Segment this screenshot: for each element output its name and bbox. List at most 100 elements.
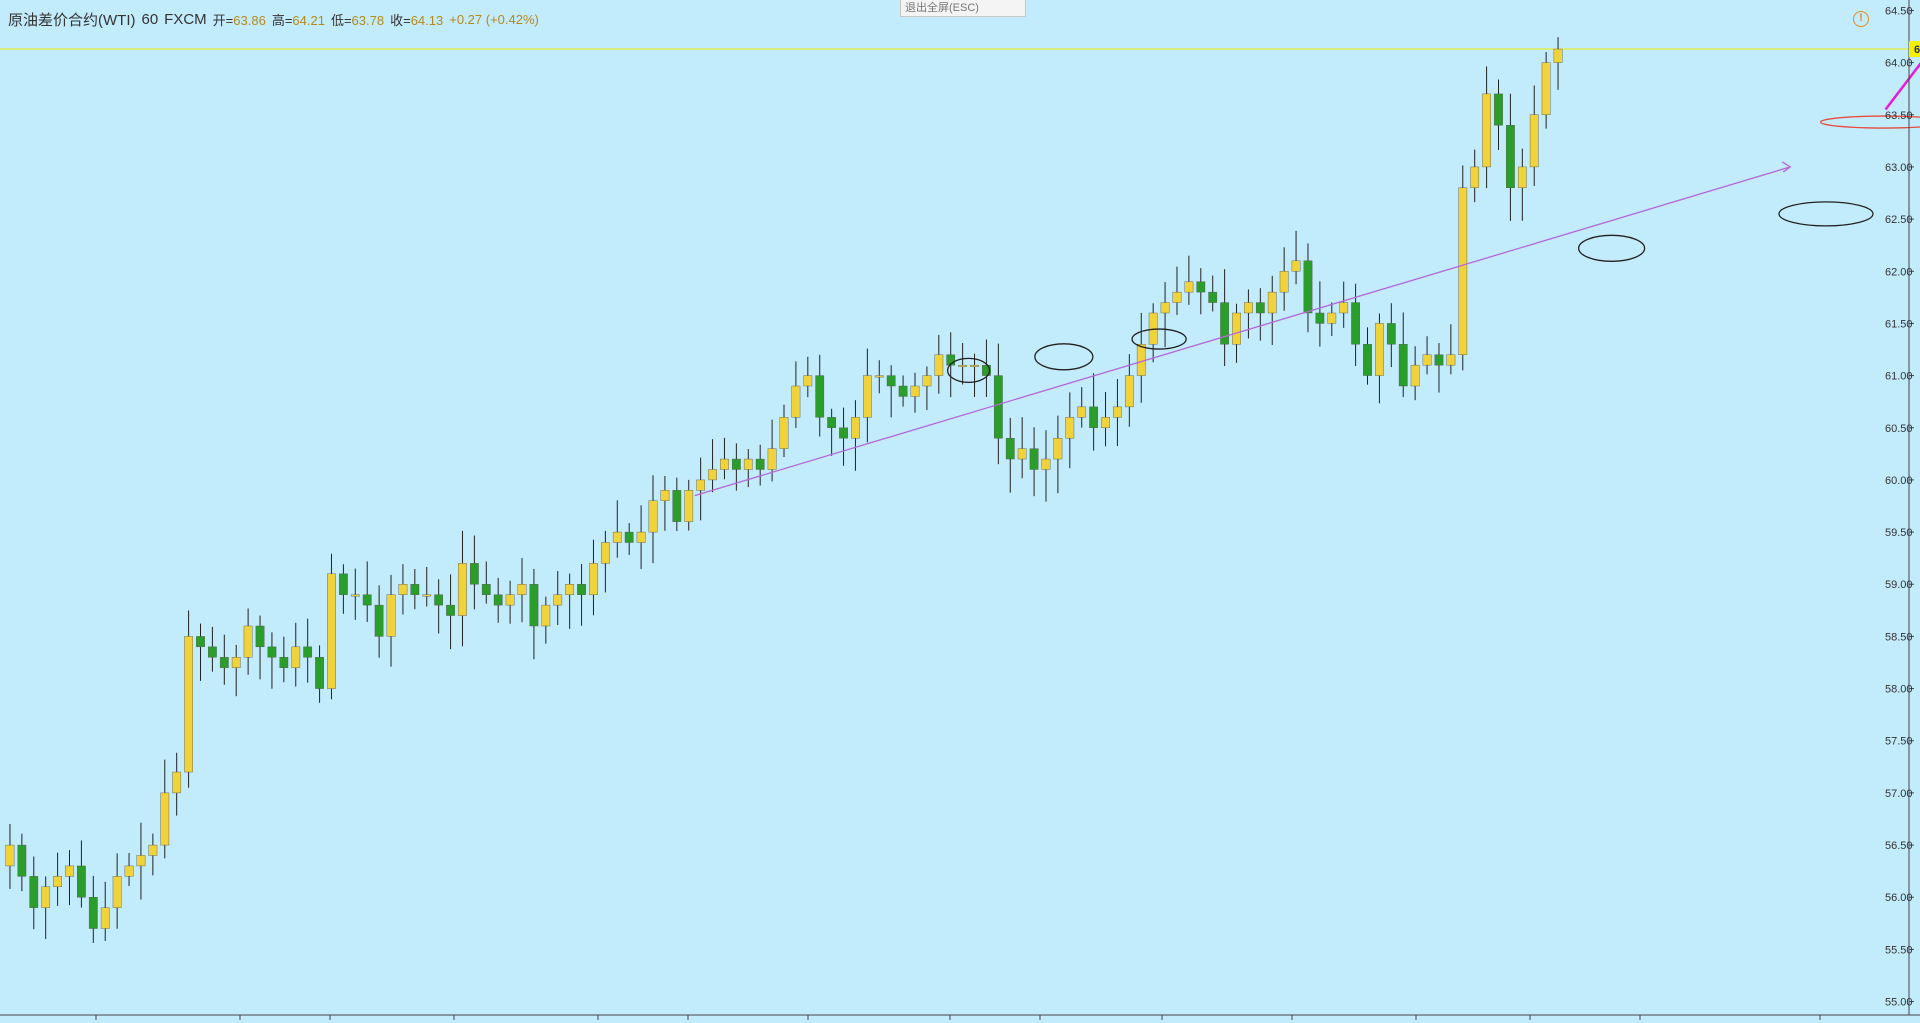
price-tick-label: 63.50 — [1885, 110, 1913, 122]
candle-body — [1422, 354, 1432, 366]
candle-body — [1041, 458, 1051, 470]
candle-body — [481, 584, 491, 595]
candle-body — [1017, 448, 1027, 460]
candle-body — [803, 375, 813, 387]
candle-body — [350, 594, 360, 597]
candle-body — [1255, 302, 1265, 314]
candle-body — [743, 458, 753, 470]
candle-body — [303, 646, 313, 658]
candle-body — [708, 469, 717, 481]
candle-body — [136, 855, 146, 867]
candle-body — [172, 771, 182, 794]
candle-body — [5, 844, 15, 867]
candle-body — [255, 625, 265, 648]
candle-body — [993, 375, 1003, 439]
price-axis[interactable]: 64.50 64.00 63.50 63.00 62.50 62.00 61.50 61.00… — [1885, 5, 1920, 1009]
candle-body — [827, 417, 837, 428]
warning-circle-icon[interactable]: ! — [1853, 11, 1869, 27]
price-tick-label: 57.50 — [1885, 736, 1913, 748]
candle-body — [1089, 406, 1098, 428]
candle-body — [160, 792, 170, 846]
candle-body — [767, 448, 777, 470]
open-value: 63.86 — [233, 12, 266, 28]
candle-body — [100, 907, 110, 929]
candle-body — [612, 531, 622, 543]
low-label: 低= — [330, 12, 352, 28]
candle-body — [1315, 312, 1325, 324]
candle-body — [374, 604, 384, 637]
candle-body — [660, 490, 670, 501]
trendline[interactable] — [694, 166, 1791, 497]
candle-body — [279, 657, 289, 668]
candle-body — [65, 865, 74, 877]
candle-body — [1136, 344, 1146, 376]
candle-body — [886, 375, 896, 387]
candle-body — [339, 573, 348, 595]
change-value: +0.27 (+0.42%) — [449, 11, 539, 27]
candle-body — [29, 876, 39, 908]
candle-body — [862, 375, 872, 418]
candle-body — [208, 646, 217, 658]
circle-annotation[interactable] — [1778, 201, 1874, 227]
symbol-name[interactable]: 原油差价合约(WTI) — [8, 9, 135, 30]
candle-body — [1339, 302, 1349, 314]
candle-body — [493, 594, 503, 606]
close-label: 收= — [390, 12, 411, 28]
price-tick-label: 58.50 — [1885, 631, 1913, 643]
price-tick-label: 62.00 — [1885, 266, 1913, 278]
price-tick-label: 64.00 — [1885, 58, 1913, 70]
open-label: 开= — [212, 12, 234, 28]
candle-body — [1065, 417, 1075, 439]
candle-body — [791, 385, 801, 418]
symbol-header: 原油差价合约(WTI) 60 FXCM 开=63.86 高=64.21 低=63… — [8, 8, 539, 30]
price-tick-label: 60.50 — [1885, 423, 1913, 435]
candle-body — [1160, 302, 1170, 314]
candle-body — [1470, 166, 1480, 188]
candle-body — [184, 636, 193, 773]
candle-body — [1517, 166, 1527, 188]
candle-body — [315, 657, 324, 689]
exchange: FXCM — [164, 10, 207, 28]
candle-body — [553, 594, 563, 606]
candle-body — [422, 594, 432, 597]
high-label: 高= — [271, 12, 293, 28]
candle-body — [517, 584, 527, 595]
candle-body — [529, 584, 539, 627]
candle-body — [410, 584, 420, 595]
last-price-label: 64.13 — [1914, 44, 1920, 56]
candle-body — [922, 375, 932, 387]
candle-body — [1541, 62, 1551, 115]
candle-body — [636, 531, 646, 543]
price-tick-label: 55.50 — [1885, 944, 1913, 956]
exit-fullscreen-button[interactable]: 退出全屏(ESC) — [900, 0, 1026, 17]
candle-body — [1172, 291, 1182, 303]
candle-body — [231, 657, 241, 668]
candle-body — [755, 458, 765, 470]
price-tick-label: 61.50 — [1885, 318, 1913, 330]
candle-body — [934, 354, 944, 376]
price-chart[interactable]: 64.50 64.00 63.50 63.00 62.50 62.00 61.50 61.00… — [0, 0, 1920, 1023]
candle-body — [565, 584, 575, 595]
candle-body — [624, 531, 634, 543]
price-tick-label: 63.00 — [1885, 162, 1913, 174]
price-tick-label: 55.00 — [1885, 997, 1913, 1009]
candle-body — [124, 865, 134, 877]
candle-body — [851, 417, 860, 439]
interval[interactable]: 60 — [141, 11, 158, 28]
circle-annotation[interactable] — [1034, 343, 1094, 371]
candle-body — [53, 876, 62, 888]
price-tick-label: 59.50 — [1885, 527, 1913, 539]
candle-body — [1303, 260, 1313, 314]
candle-body — [1553, 48, 1563, 63]
candles — [5, 37, 1563, 944]
candle-body — [112, 876, 122, 908]
circle-annotation[interactable] — [1577, 234, 1646, 262]
candle-body — [779, 417, 789, 449]
price-tick-label: 56.50 — [1885, 840, 1913, 852]
price-tick-label: 60.00 — [1885, 475, 1913, 487]
low-value: 63.78 — [351, 12, 385, 28]
candle-body — [1410, 364, 1420, 387]
close-value: 64.13 — [410, 12, 444, 28]
circle-annotation[interactable] — [1131, 328, 1187, 350]
time-axis[interactable] — [95, 1015, 1821, 1020]
